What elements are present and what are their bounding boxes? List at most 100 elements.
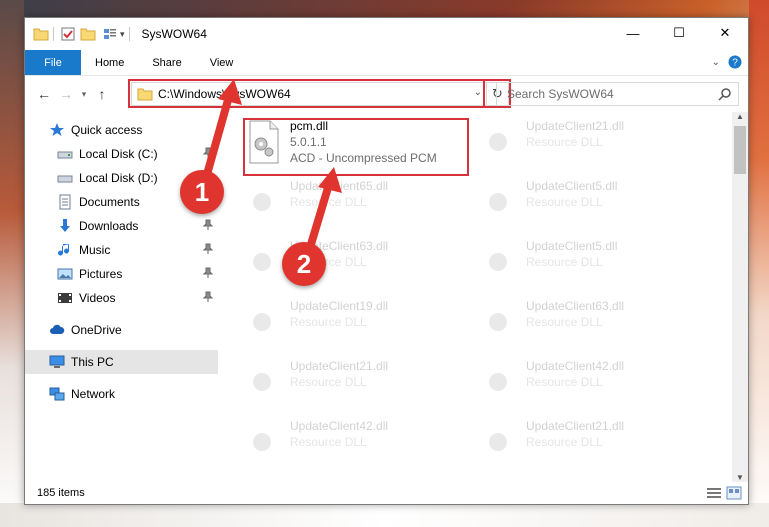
file-item[interactable]: UpdateClient65.dllResource DLL: [246, 178, 476, 238]
sidebar-item-pictures[interactable]: Pictures: [25, 262, 218, 286]
separator: [128, 27, 130, 41]
file-details: UpdateClient42.dll Resource DLL: [290, 418, 388, 450]
large-icons-view-icon[interactable]: [726, 486, 742, 500]
file-item[interactable]: UpdateClient21.dll Resource DLL: [482, 418, 712, 478]
star-icon: [50, 123, 64, 136]
dll-file-icon: [253, 253, 271, 271]
properties-icon[interactable]: [60, 26, 76, 42]
file-details: UpdateClient63.dll Resource DLL: [526, 298, 624, 330]
network-icon: [49, 387, 65, 401]
pin-icon[interactable]: [202, 243, 214, 255]
file-description: Resource DLL: [526, 315, 603, 329]
navigation-bar: ← → ▾ ↑ C:\Windows\SysWOW64 ⌄ ↻ Search S…: [25, 76, 748, 112]
videos-icon: [58, 293, 72, 303]
customize-toolbar-icon[interactable]: ▾: [120, 29, 125, 40]
new-folder-icon[interactable]: [80, 26, 96, 42]
step-badge-2: 2: [282, 242, 326, 286]
svg-text:?: ?: [732, 58, 738, 69]
sidebar-item-network[interactable]: Network: [25, 382, 218, 406]
desktop-background-bottom: [0, 503, 769, 527]
close-button[interactable]: ✕: [702, 18, 748, 48]
details-view-icon[interactable]: [706, 486, 722, 500]
up-arrow-icon[interactable]: ↑: [91, 83, 113, 105]
drive-icon: [57, 175, 73, 183]
file-item[interactable]: UpdateClient21.dll Resource DLL: [482, 118, 712, 178]
file-name: UpdateClient5.dll: [526, 239, 618, 253]
file-item[interactable]: UpdateClient21.dll Resource DLL: [246, 358, 476, 418]
file-name: UpdateClient42.dll: [290, 419, 389, 433]
dll-file-icon: [253, 373, 271, 391]
window-controls: — ☐ ✕: [610, 18, 748, 48]
file-name: UpdateClient63.dll: [526, 299, 625, 313]
sidebar-item-downloads[interactable]: Downloads: [25, 214, 218, 238]
file-description: Resource DLL: [290, 435, 367, 449]
dll-file-icon: [253, 313, 271, 331]
sidebar-item-label: Videos: [79, 291, 116, 305]
dll-file-icon: [489, 253, 507, 271]
file-item[interactable]: UpdateClient63.dll Resource DLL: [482, 298, 712, 358]
explorer-body: Quick access Local Disk (C:) Local Disk …: [25, 112, 748, 482]
sidebar-item-label: Documents: [79, 195, 140, 209]
view-options-icon[interactable]: [102, 26, 118, 42]
sidebar-item-videos[interactable]: Videos: [25, 286, 218, 310]
help-icon[interactable]: ?: [728, 55, 742, 69]
download-icon: [60, 219, 70, 232]
explorer-window: ▾ SysWOW64 — ☐ ✕ File Home Share View ⌄ …: [24, 17, 749, 505]
sidebar-item-this-pc[interactable]: This PC: [25, 350, 218, 374]
scroll-down-icon[interactable]: ▼: [736, 473, 744, 482]
sidebar-item-label: Local Disk (C:): [79, 147, 158, 161]
address-bar[interactable]: C:\Windows\SysWOW64 ⌄: [131, 82, 487, 106]
search-input[interactable]: Search SysWOW64: [496, 82, 739, 106]
search-icon[interactable]: [718, 87, 732, 101]
file-item[interactable]: UpdateClient42.dll Resource DLL: [482, 358, 712, 418]
back-arrow-icon[interactable]: ←: [33, 83, 55, 105]
pin-icon[interactable]: [202, 267, 214, 279]
status-bar: 185 items: [25, 482, 748, 504]
scroll-up-icon[interactable]: ▲: [736, 112, 744, 121]
recent-locations-icon[interactable]: ▾: [77, 83, 91, 105]
tab-share[interactable]: Share: [138, 50, 195, 75]
sidebar-item-label: OneDrive: [71, 323, 122, 337]
dll-file-icon: [253, 433, 271, 451]
pin-icon[interactable]: [202, 291, 214, 303]
sidebar-item-onedrive[interactable]: OneDrive: [25, 318, 218, 342]
tab-home[interactable]: Home: [81, 50, 138, 75]
view-buttons: [706, 486, 742, 500]
file-description: Resource DLL: [526, 135, 603, 149]
address-dropdown-icon[interactable]: ⌄: [474, 87, 482, 98]
computer-icon: [49, 355, 65, 368]
step-badge-1: 1: [180, 170, 224, 214]
file-name: UpdateClient21.dll: [526, 419, 625, 433]
file-details: UpdateClient21.dll Resource DLL: [290, 358, 388, 390]
maximize-button[interactable]: ☐: [656, 18, 702, 48]
file-description: Resource DLL: [526, 195, 603, 209]
sidebar-item-label: This PC: [71, 355, 114, 369]
file-item[interactable]: UpdateClient42.dll Resource DLL: [246, 418, 476, 478]
title-bar: ▾ SysWOW64 — ☐ ✕: [25, 18, 748, 50]
window-title: SysWOW64: [141, 27, 207, 41]
tab-file[interactable]: File: [25, 50, 81, 75]
separator: [53, 27, 54, 41]
ribbon-tabs: File Home Share View ⌄ ?: [25, 50, 748, 76]
file-item[interactable]: UpdateClient63.dll Resource DLL: [246, 238, 476, 298]
ribbon-right-controls: ⌄ ?: [712, 55, 742, 69]
search-placeholder: Search SysWOW64: [507, 87, 614, 101]
file-details: UpdateClient42.dll Resource DLL: [526, 358, 624, 390]
file-item[interactable]: UpdateClient19.dll Resource DLL: [246, 298, 476, 358]
pictures-icon: [57, 268, 73, 280]
scrollbar-thumb[interactable]: [734, 126, 746, 174]
item-count: 185 items: [37, 487, 85, 499]
file-item[interactable]: UpdateClient5.dll Resource DLL: [482, 238, 712, 298]
vertical-scrollbar[interactable]: ▲ ▼: [732, 112, 748, 482]
pin-icon[interactable]: [202, 219, 214, 231]
file-item[interactable]: UpdateClient5.dll Resource DLL: [482, 178, 712, 238]
minimize-button[interactable]: —: [610, 18, 656, 48]
forward-arrow-icon[interactable]: →: [55, 83, 77, 105]
dll-file-icon: [489, 373, 507, 391]
dll-file-icon: [489, 313, 507, 331]
sidebar-item-music[interactable]: Music: [25, 238, 218, 262]
expand-ribbon-icon[interactable]: ⌄: [712, 57, 720, 68]
file-name: UpdateClient21.dll: [526, 119, 625, 133]
tab-view[interactable]: View: [196, 50, 248, 75]
file-description: Resource DLL: [290, 375, 367, 389]
